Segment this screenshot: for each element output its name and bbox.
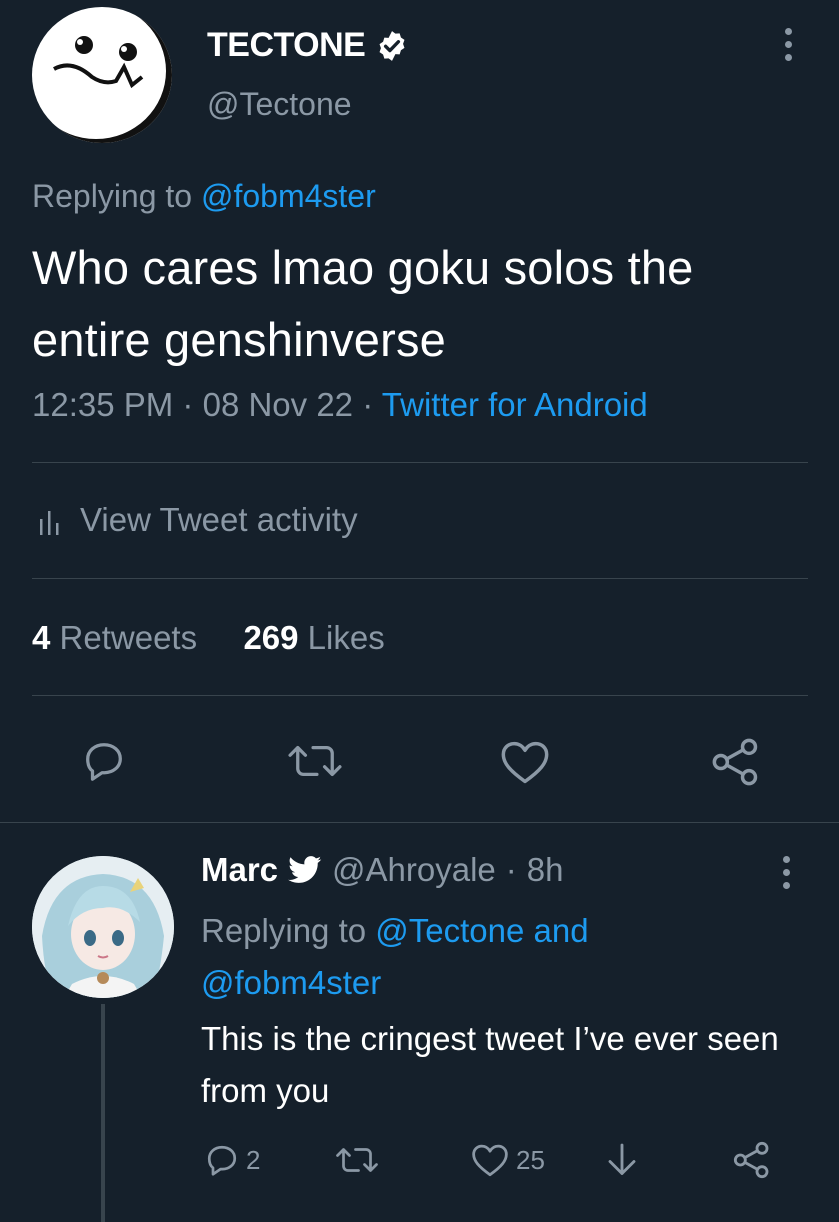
anime-avatar-icon [32,856,174,998]
reply-count: 2 [246,1144,261,1175]
tweet-source-link[interactable]: Twitter for Android [382,386,648,423]
reply-author-handle[interactable]: @Ahroyale [332,851,496,889]
reply-text: This is the cringest tweet I’ve ever see… [201,1020,779,1109]
reply-replying-to-link[interactable]: @Tectone and [375,912,588,949]
tweet-text: Who cares lmao goku solos the entire gen… [32,241,694,366]
retweet-icon [336,1148,378,1172]
likes-count: 269 [243,619,299,656]
more-options-icon[interactable] [785,28,795,67]
divider [32,695,808,696]
heart-icon [501,741,549,784]
like-button[interactable] [499,738,551,791]
reply-age[interactable]: 8h [527,851,564,889]
retweets-count: 4 [32,619,51,656]
tweet-meta: 12:35 PM · 08 Nov 22 · Twitter for Andro… [32,386,648,424]
reply-downvote-button[interactable] [604,1140,640,1180]
replying-to-link[interactable]: @fobm4ster [201,178,376,214]
section-divider [0,822,839,823]
likes-link[interactable]: 269 Likes [243,619,384,656]
reply-share-button[interactable] [732,1140,772,1180]
reply-reply-button[interactable]: 2 [204,1142,260,1178]
tweet-time[interactable]: 12:35 PM [32,386,173,423]
twitter-bird-icon [288,856,322,883]
arrow-down-icon [608,1143,636,1175]
thread-connector-line [101,1004,105,1222]
author-handle[interactable]: @Tectone [207,86,352,123]
tweet-date[interactable]: 08 Nov 22 [203,386,353,423]
heart-icon [472,1144,508,1177]
retweets-label: Retweets [59,619,198,656]
reply-header: Marc @Ahroyale · 8h [201,851,564,889]
divider [32,578,808,579]
replying-prefix: Replying to [32,178,193,214]
analytics-icon [40,511,59,535]
replying-to-line: Replying to @fobm4ster [32,178,376,215]
author-avatar[interactable] [32,7,172,143]
reply-icon [207,1145,237,1176]
reply-author-name[interactable]: Marc [201,851,278,889]
reply-button[interactable] [80,738,128,789]
divider [32,462,808,463]
retweet-icon [288,745,342,777]
reply-replying-prefix: Replying to [201,912,367,949]
like-count: 25 [516,1144,545,1175]
retweets-link[interactable]: 4 Retweets [32,619,206,656]
avatar-face-icon [53,36,144,89]
author-name[interactable]: TECTONE [207,26,366,65]
verified-badge-icon [379,30,405,61]
reply-replying-to-link[interactable]: @fobm4ster [201,964,381,1001]
view-tweet-activity-button[interactable]: View Tweet activity [38,501,358,539]
activity-label: View Tweet activity [80,501,358,538]
reply-replying-to: Replying to @Tectone and @fobm4ster [201,905,801,1009]
author-name-row[interactable]: TECTONE [207,26,409,65]
reply-retweet-button[interactable] [334,1142,380,1178]
reply-author-avatar[interactable] [32,856,174,998]
retweet-button[interactable] [285,738,345,789]
reply-like-button[interactable]: 25 [470,1142,545,1178]
share-icon [712,738,758,786]
reply-more-options-icon[interactable] [783,856,793,895]
share-button[interactable] [710,736,762,793]
engagement-counts: 4 Retweets 269 Likes [32,619,385,657]
reply-separator: · [505,851,517,888]
meta-separator: · [182,386,194,423]
share-icon [733,1141,769,1179]
likes-label: Likes [307,619,385,656]
meta-separator: · [362,386,374,423]
reply-icon [86,743,122,781]
